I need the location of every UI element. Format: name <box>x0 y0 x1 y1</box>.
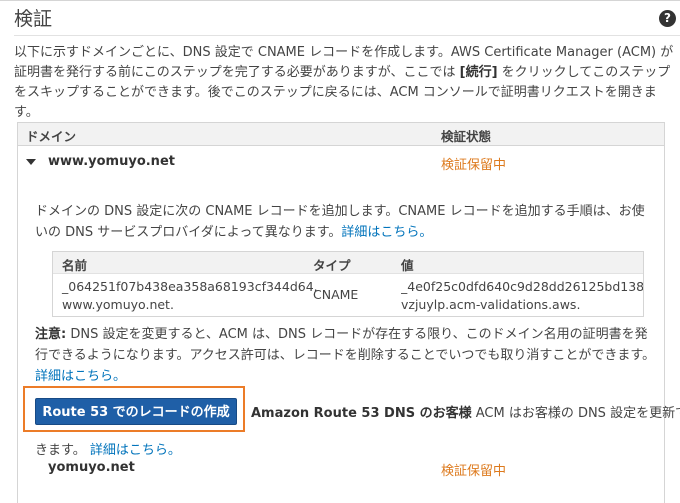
route53-learn-more-link[interactable]: 詳細はこちら。 <box>90 443 181 458</box>
caret-down-icon[interactable] <box>26 159 36 165</box>
cname-value-cell: _4e0f25c0dfd640c9d28dd26125bd1380.ltfvzj… <box>401 278 643 314</box>
table-header: ドメイン 検証状態 <box>18 123 664 146</box>
cname-name-cell: _064251f07b438ea358a68193cf344d64. www.yo… <box>62 278 318 314</box>
route53-description-text2: きます。 <box>35 443 86 458</box>
help-icon[interactable]: ? <box>659 10 676 27</box>
note-text: 注意: DNS 設定を変更すると、ACM は、DNS レコードが存在する限り、こ… <box>35 324 660 387</box>
cname-record-table: 名前 タイプ 値 _064251f07b438ea358a68193cf344d… <box>52 251 644 317</box>
cname-value-line2: vzjuylp.acm-validations.aws. <box>401 297 581 312</box>
cname-type-cell: CNAME <box>313 287 359 302</box>
dns-instructions: ドメインの DNS 設定に次の CNAME レコードを追加します。CNAME レ… <box>35 201 657 243</box>
route53-description: Amazon Route 53 DNS のお客様 ACM はお客様の DNS 設… <box>251 402 680 421</box>
note-learn-more-link[interactable]: 詳細はこちら。 <box>35 369 126 384</box>
domain-name-2[interactable]: yomuyo.net <box>48 460 135 475</box>
dns-instructions-text: ドメインの DNS 設定に次の CNAME レコードを追加します。CNAME レ… <box>35 204 645 240</box>
intro-part2: 明書を発行する前にこのステップを完了する必要がありますが、ここでは <box>27 65 460 80</box>
column-header-status: 検証状態 <box>441 129 492 144</box>
cname-col-name: 名前 <box>62 258 88 273</box>
domain-validation-table: ドメイン 検証状態 www.yomuyo.net 検証保留中 ドメインの DNS… <box>17 122 680 503</box>
intro-continue-label: [続行] <box>459 65 498 80</box>
route53-customer-label: Amazon Route 53 DNS のお客様 <box>251 406 472 421</box>
route53-description-cont: きます。 詳細はこちら。 <box>35 439 181 458</box>
page-title: 検証 <box>14 8 53 30</box>
learn-more-link[interactable]: 詳細はこちら。 <box>341 225 432 240</box>
cname-name-line2: www.yomuyo.net. <box>62 297 174 312</box>
route53-description-text: ACM はお客様の DNS 設定を更新で <box>471 406 680 421</box>
intro-text: 以下に示すドメインごとに、DNS 設定で CNAME レコードを作成します。AW… <box>14 43 674 123</box>
validation-status: 検証保留中 <box>441 158 507 173</box>
note-body: DNS 設定を変更すると、ACM は、DNS レコードが存在する限り、このドメイ… <box>35 327 656 363</box>
cname-col-type: タイプ <box>313 258 351 273</box>
column-header-domain: ドメイン <box>26 129 77 144</box>
top-border <box>0 0 680 1</box>
create-route53-record-button[interactable]: Route 53 でのレコードの作成 <box>35 398 237 425</box>
domain-name[interactable]: www.yomuyo.net <box>48 154 175 169</box>
cname-col-value: 値 <box>401 258 414 273</box>
intro-part4: スキップすることができます。後でこのステップに戻るには、ACM コンソールで証明… <box>14 85 657 120</box>
title-divider <box>14 35 680 36</box>
note-label: 注意: <box>35 327 67 342</box>
cname-name-line1: _064251f07b438ea358a68193cf344d64. <box>62 279 318 294</box>
cname-value-line1: _4e0f25c0dfd640c9d28dd26125bd1380.ltf <box>401 279 643 294</box>
cname-table-header: 名前 タイプ 値 <box>53 252 643 274</box>
validation-status-2: 検証保留中 <box>441 464 507 479</box>
